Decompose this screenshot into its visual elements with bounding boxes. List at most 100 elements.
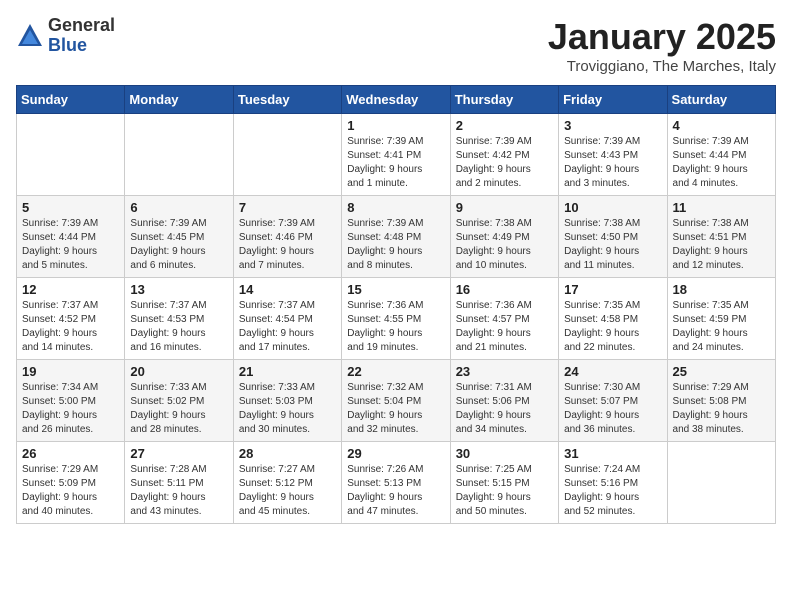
day-info: Sunrise: 7:39 AM Sunset: 4:41 PM Dayligh… — [347, 135, 444, 191]
calendar-cell: 21Sunrise: 7:33 AM Sunset: 5:03 PM Dayli… — [233, 360, 341, 442]
calendar-cell: 18Sunrise: 7:35 AM Sunset: 4:59 PM Dayli… — [667, 278, 775, 360]
month-title: January 2025 — [548, 16, 776, 58]
calendar-cell — [17, 114, 125, 196]
calendar-cell — [233, 114, 341, 196]
calendar-cell: 20Sunrise: 7:33 AM Sunset: 5:02 PM Dayli… — [125, 360, 233, 442]
day-number: 19 — [22, 364, 119, 379]
day-info: Sunrise: 7:39 AM Sunset: 4:44 PM Dayligh… — [22, 217, 119, 273]
day-number: 24 — [564, 364, 661, 379]
calendar-week-5: 26 Sunrise: 7:29 AM Sunset: 5:09 PM Dayli… — [17, 442, 776, 524]
calendar-week-3: 12 Sunrise: 7:37 AM Sunset: 4:52 PM Dayli… — [17, 278, 776, 360]
calendar-cell: 14 Sunrise: 7:37 AM Sunset: 4:54 PM Dayli… — [233, 278, 341, 360]
calendar-cell: 31 Sunrise: 7:24 AM Sunset: 5:16 PM Dayli… — [559, 442, 667, 524]
day-info: Sunrise: 7:37 AM Sunset: 4:52 PM Dayligh… — [22, 299, 119, 355]
day-info: Sunrise: 7:35 AM Sunset: 4:58 PM Dayligh… — [564, 299, 661, 355]
day-number: 23 — [456, 364, 553, 379]
day-info: Sunrise: 7:37 AM Sunset: 4:53 PM Dayligh… — [130, 299, 227, 355]
day-info: Sunrise: 7:29 AM Sunset: 5:09 PM Dayligh… — [22, 463, 119, 519]
calendar-cell — [667, 442, 775, 524]
calendar-cell: 17 Sunrise: 7:35 AM Sunset: 4:58 PM Dayli… — [559, 278, 667, 360]
day-number: 31 — [564, 446, 661, 461]
logo-general-label: General — [48, 16, 115, 36]
calendar-cell: 13Sunrise: 7:37 AM Sunset: 4:53 PM Dayli… — [125, 278, 233, 360]
day-info: Sunrise: 7:39 AM Sunset: 4:43 PM Dayligh… — [564, 135, 661, 191]
day-number: 17 — [564, 282, 661, 297]
day-number: 7 — [239, 200, 336, 215]
calendar-cell: 6 Sunrise: 7:39 AM Sunset: 4:45 PM Daylig… — [125, 196, 233, 278]
calendar-cell: 12 Sunrise: 7:37 AM Sunset: 4:52 PM Dayli… — [17, 278, 125, 360]
day-number: 16 — [456, 282, 553, 297]
calendar-cell: 25Sunrise: 7:29 AM Sunset: 5:08 PM Dayli… — [667, 360, 775, 442]
day-number: 5 — [22, 200, 119, 215]
calendar-cell: 28 Sunrise: 7:27 AM Sunset: 5:12 PM Dayli… — [233, 442, 341, 524]
day-info: Sunrise: 7:31 AM Sunset: 5:06 PM Dayligh… — [456, 381, 553, 437]
day-number: 1 — [347, 118, 444, 133]
calendar-cell: 15 Sunrise: 7:36 AM Sunset: 4:55 PM Dayli… — [342, 278, 450, 360]
day-number: 8 — [347, 200, 444, 215]
weekday-header-friday: Friday — [559, 86, 667, 114]
day-number: 30 — [456, 446, 553, 461]
weekday-header-monday: Monday — [125, 86, 233, 114]
weekday-header-tuesday: Tuesday — [233, 86, 341, 114]
page-header: General Blue January 2025 Troviggiano, T… — [16, 16, 776, 75]
day-number: 4 — [673, 118, 770, 133]
weekday-header-thursday: Thursday — [450, 86, 558, 114]
calendar-cell: 11 Sunrise: 7:38 AM Sunset: 4:51 PM Dayli… — [667, 196, 775, 278]
day-number: 20 — [130, 364, 227, 379]
calendar-cell: 7 Sunrise: 7:39 AM Sunset: 4:46 PM Daylig… — [233, 196, 341, 278]
day-info: Sunrise: 7:35 AM Sunset: 4:59 PM Dayligh… — [673, 299, 770, 355]
day-number: 14 — [239, 282, 336, 297]
calendar-cell: 23 Sunrise: 7:31 AM Sunset: 5:06 PM Dayli… — [450, 360, 558, 442]
day-number: 26 — [22, 446, 119, 461]
day-number: 29 — [347, 446, 444, 461]
day-number: 11 — [673, 200, 770, 215]
day-info: Sunrise: 7:25 AM Sunset: 5:15 PM Dayligh… — [456, 463, 553, 519]
weekday-header-row: SundayMondayTuesdayWednesdayThursdayFrid… — [17, 86, 776, 114]
day-number: 25 — [673, 364, 770, 379]
calendar-cell: 9 Sunrise: 7:38 AM Sunset: 4:49 PM Daylig… — [450, 196, 558, 278]
day-number: 3 — [564, 118, 661, 133]
calendar-cell: 24 Sunrise: 7:30 AM Sunset: 5:07 PM Dayli… — [559, 360, 667, 442]
day-info: Sunrise: 7:27 AM Sunset: 5:12 PM Dayligh… — [239, 463, 336, 519]
calendar-week-2: 5 Sunrise: 7:39 AM Sunset: 4:44 PM Daylig… — [17, 196, 776, 278]
day-number: 12 — [22, 282, 119, 297]
logo: General Blue — [16, 16, 115, 56]
day-info: Sunrise: 7:38 AM Sunset: 4:51 PM Dayligh… — [673, 217, 770, 273]
day-info: Sunrise: 7:39 AM Sunset: 4:46 PM Dayligh… — [239, 217, 336, 273]
day-number: 22 — [347, 364, 444, 379]
day-info: Sunrise: 7:24 AM Sunset: 5:16 PM Dayligh… — [564, 463, 661, 519]
day-info: Sunrise: 7:38 AM Sunset: 4:49 PM Dayligh… — [456, 217, 553, 273]
day-info: Sunrise: 7:39 AM Sunset: 4:42 PM Dayligh… — [456, 135, 553, 191]
day-info: Sunrise: 7:34 AM Sunset: 5:00 PM Dayligh… — [22, 381, 119, 437]
day-info: Sunrise: 7:37 AM Sunset: 4:54 PM Dayligh… — [239, 299, 336, 355]
calendar-cell: 2Sunrise: 7:39 AM Sunset: 4:42 PM Daylig… — [450, 114, 558, 196]
weekday-header-saturday: Saturday — [667, 86, 775, 114]
calendar-cell — [125, 114, 233, 196]
day-info: Sunrise: 7:36 AM Sunset: 4:57 PM Dayligh… — [456, 299, 553, 355]
calendar-table: SundayMondayTuesdayWednesdayThursdayFrid… — [16, 85, 776, 524]
calendar-cell: 30 Sunrise: 7:25 AM Sunset: 5:15 PM Dayli… — [450, 442, 558, 524]
day-info: Sunrise: 7:36 AM Sunset: 4:55 PM Dayligh… — [347, 299, 444, 355]
calendar-cell: 5 Sunrise: 7:39 AM Sunset: 4:44 PM Daylig… — [17, 196, 125, 278]
day-number: 15 — [347, 282, 444, 297]
calendar-week-4: 19 Sunrise: 7:34 AM Sunset: 5:00 PM Dayli… — [17, 360, 776, 442]
day-number: 6 — [130, 200, 227, 215]
calendar-cell: 8Sunrise: 7:39 AM Sunset: 4:48 PM Daylig… — [342, 196, 450, 278]
day-info: Sunrise: 7:39 AM Sunset: 4:45 PM Dayligh… — [130, 217, 227, 273]
day-number: 27 — [130, 446, 227, 461]
day-number: 9 — [456, 200, 553, 215]
day-number: 10 — [564, 200, 661, 215]
day-info: Sunrise: 7:28 AM Sunset: 5:11 PM Dayligh… — [130, 463, 227, 519]
day-info: Sunrise: 7:32 AM Sunset: 5:04 PM Dayligh… — [347, 381, 444, 437]
logo-text: General Blue — [48, 16, 115, 56]
day-info: Sunrise: 7:30 AM Sunset: 5:07 PM Dayligh… — [564, 381, 661, 437]
logo-blue-label: Blue — [48, 36, 115, 56]
calendar-cell: 4Sunrise: 7:39 AM Sunset: 4:44 PM Daylig… — [667, 114, 775, 196]
title-block: January 2025 Troviggiano, The Marches, I… — [548, 16, 776, 75]
calendar-cell: 3 Sunrise: 7:39 AM Sunset: 4:43 PM Daylig… — [559, 114, 667, 196]
calendar-cell: 26 Sunrise: 7:29 AM Sunset: 5:09 PM Dayli… — [17, 442, 125, 524]
calendar-cell: 29Sunrise: 7:26 AM Sunset: 5:13 PM Dayli… — [342, 442, 450, 524]
calendar-cell: 22 Sunrise: 7:32 AM Sunset: 5:04 PM Dayli… — [342, 360, 450, 442]
day-number: 28 — [239, 446, 336, 461]
calendar-cell: 16 Sunrise: 7:36 AM Sunset: 4:57 PM Dayli… — [450, 278, 558, 360]
